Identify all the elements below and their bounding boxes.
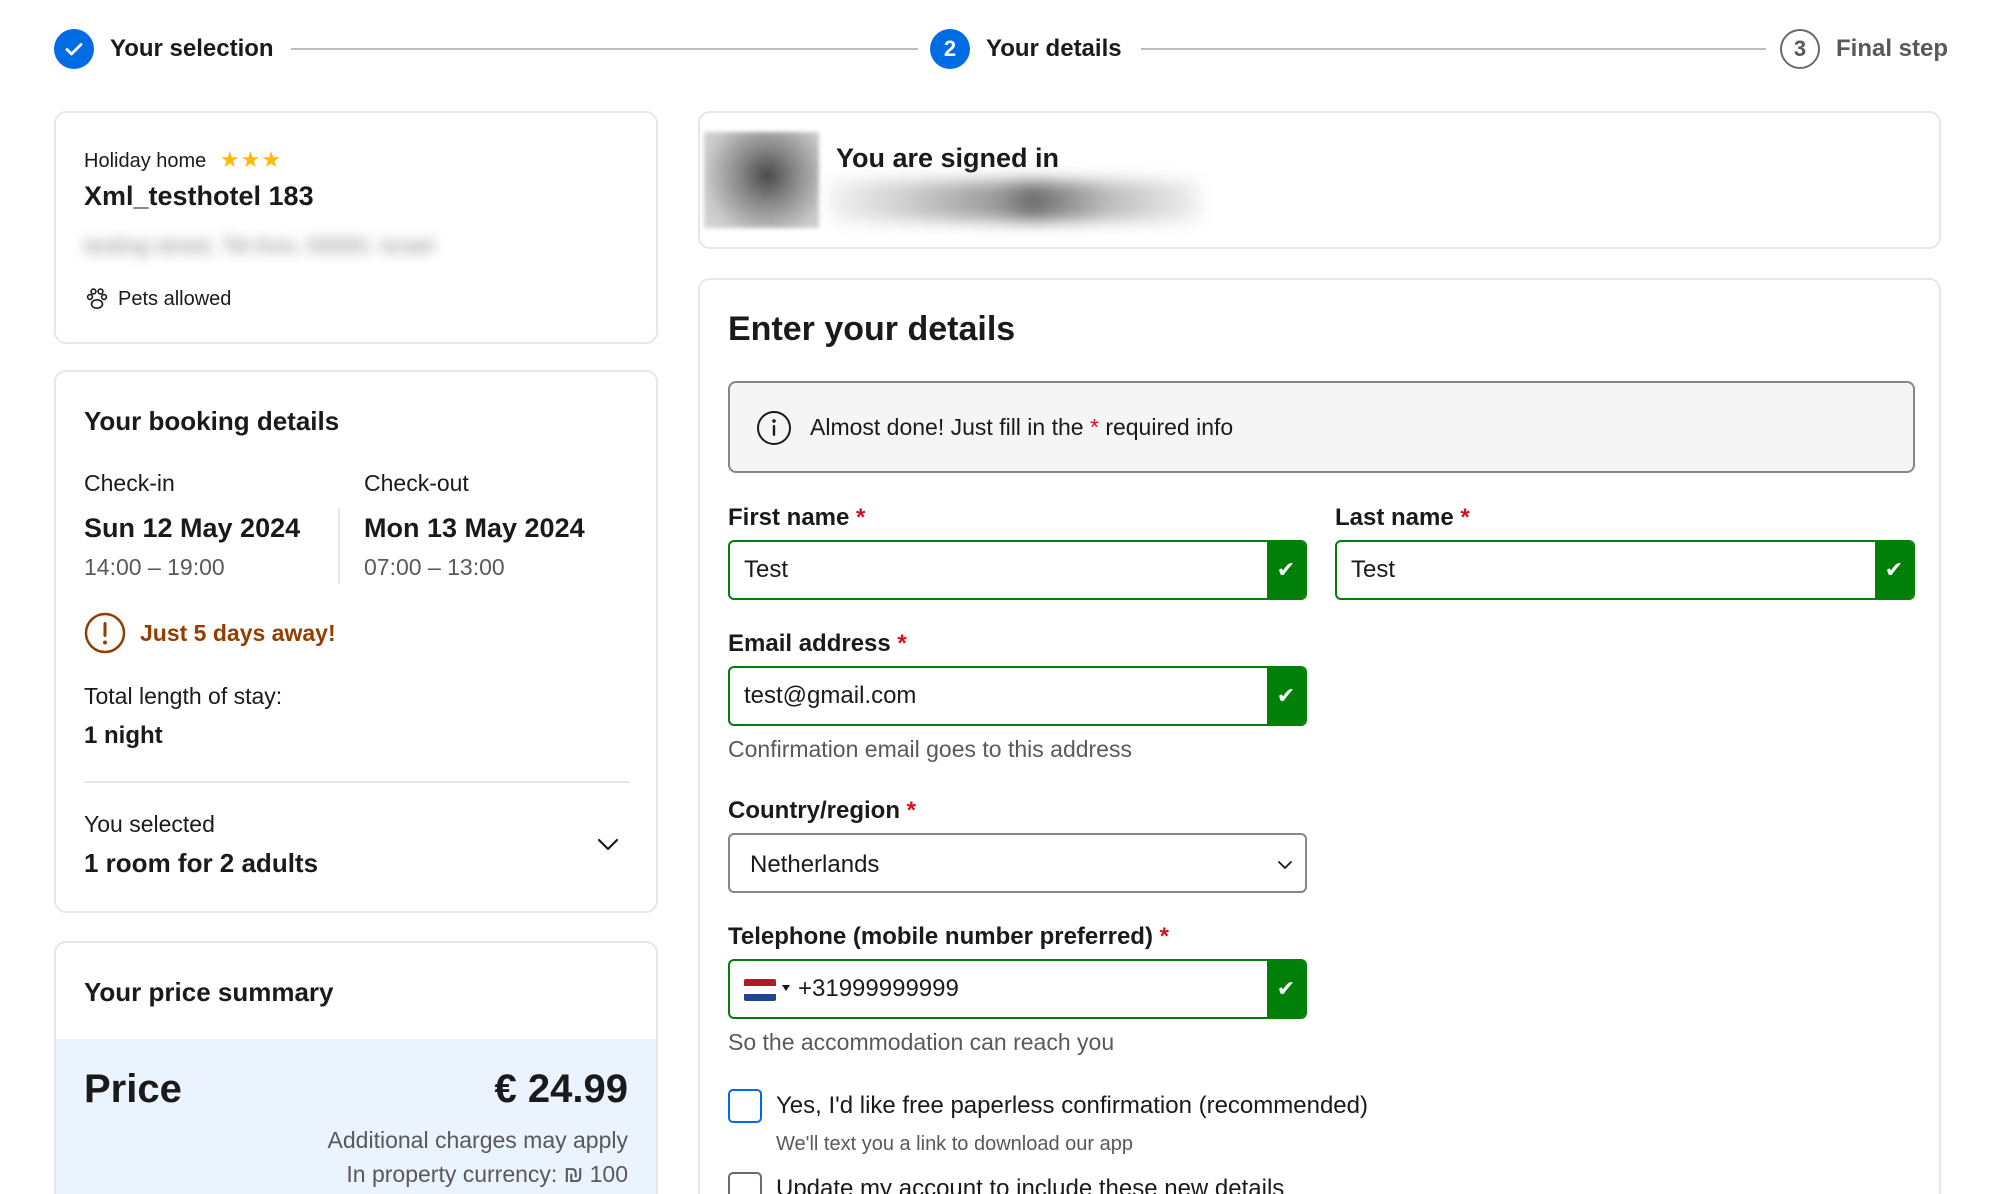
phone-hint: So the accommodation can reach you (728, 1029, 1115, 1055)
valid-check-icon: ✔ (1875, 542, 1913, 598)
checkout-date: Mon 13 May 2024 (364, 513, 585, 543)
additional-charges-note: Additional charges may apply (327, 1127, 628, 1153)
booking-details-card: Your booking details Check-in Sun 12 May… (54, 370, 658, 913)
step-divider (291, 48, 918, 50)
urgency-message: Just 5 days away! (140, 619, 336, 646)
price-summary-card: Your price summary Price € 24.99 Additio… (54, 941, 658, 1194)
price-amount: € 24.99 (494, 1067, 628, 1111)
first-name-input[interactable] (730, 542, 1267, 598)
phone-field: ✔ (728, 959, 1307, 1019)
email-hint: Confirmation email goes to this address (728, 736, 1132, 762)
amenity-label: Pets allowed (118, 287, 232, 310)
booking-details-title: Your booking details (84, 406, 340, 436)
date-divider (338, 508, 340, 584)
required-asterisk: * (1159, 923, 1169, 950)
update-account-label[interactable]: Update my account to include these new d… (776, 1175, 1284, 1194)
paw-icon (84, 286, 110, 312)
required-asterisk: * (906, 797, 917, 824)
valid-check-icon: ✔ (1267, 668, 1305, 724)
required-asterisk: * (856, 504, 866, 531)
email-input[interactable] (730, 668, 1267, 724)
chevron-down-icon (596, 836, 620, 852)
price-label: Price (84, 1067, 182, 1111)
section-divider (84, 781, 630, 783)
star-rating-icon: ★★★ (219, 147, 283, 172)
stay-length-value: 1 night (84, 722, 163, 749)
checkout-label: Check-out (364, 470, 469, 496)
property-card: Holiday home ★★★ Xml_testhotel 183 testi… (54, 111, 658, 344)
phone-input[interactable] (784, 961, 1267, 1017)
country-selected-value: Netherlands (750, 851, 880, 878)
step-selection-check-icon (54, 29, 94, 69)
valid-check-icon: ✔ (1267, 961, 1305, 1017)
valid-check-icon: ✔ (1267, 542, 1305, 598)
country-label: Country/region (728, 797, 900, 824)
notice-text: Almost done! Just fill in the (810, 414, 1084, 440)
phone-label: Telephone (mobile number preferred) (728, 923, 1153, 950)
netherlands-flag-icon (744, 979, 776, 1001)
paperless-hint: We'll text you a link to download our ap… (776, 1133, 1133, 1155)
paperless-label[interactable]: Yes, I'd like free paperless confirmatio… (776, 1092, 1368, 1120)
price-summary-title: Your price summary (84, 977, 334, 1007)
update-account-checkbox[interactable] (728, 1172, 762, 1194)
step-final-label: Final step (1836, 35, 1949, 62)
property-address: testing street, Tel Aviv, 00000, Israel (84, 233, 434, 258)
first-name-label: First name (728, 504, 850, 531)
property-currency-note: In property currency: ₪ 100 (346, 1161, 628, 1187)
required-asterisk: * (897, 630, 907, 657)
form-title: Enter your details (728, 310, 1016, 348)
step-final-number: 3 (1780, 29, 1820, 69)
chevron-down-icon (1277, 858, 1293, 870)
paperless-checkbox[interactable] (728, 1089, 762, 1123)
details-form-card: Enter your details Almost done! Just fil… (698, 278, 1941, 1194)
checkin-date: Sun 12 May 2024 (84, 513, 301, 543)
notice-text-suffix: required info (1105, 414, 1234, 440)
signed-in-card: You are signed in (698, 111, 1941, 249)
country-select[interactable]: Netherlands (728, 833, 1307, 893)
step-details-number: 2 (930, 29, 970, 69)
selected-label: You selected (84, 811, 215, 837)
last-name-input[interactable] (1337, 542, 1875, 598)
step-divider (1141, 48, 1766, 50)
signed-in-email-redacted (830, 181, 1200, 221)
checkout-time: 07:00 – 13:00 (364, 554, 505, 580)
property-type: Holiday home (84, 150, 207, 172)
avatar (704, 132, 819, 228)
checkin-time: 14:00 – 19:00 (84, 554, 225, 580)
stay-length-label: Total length of stay: (84, 683, 283, 709)
last-name-field: ✔ (1335, 540, 1915, 600)
exclamation-circle-icon (84, 612, 126, 654)
required-info-notice: Almost done! Just fill in the * required… (728, 381, 1915, 473)
room-selection-toggle[interactable]: You selected 1 room for 2 adults (84, 802, 630, 884)
first-name-field: ✔ (728, 540, 1307, 600)
email-label: Email address (728, 630, 891, 657)
required-asterisk: * (1089, 414, 1099, 440)
property-name: Xml_testhotel 183 (84, 181, 314, 211)
step-selection-label: Your selection (110, 35, 274, 62)
required-asterisk: * (1460, 504, 1470, 531)
signed-in-title: You are signed in (836, 143, 1060, 173)
selected-value: 1 room for 2 adults (84, 848, 319, 878)
info-circle-icon (756, 410, 792, 446)
step-details-label: Your details (986, 35, 1122, 62)
price-panel: Price € 24.99 Additional charges may app… (56, 1039, 656, 1194)
checkin-label: Check-in (84, 470, 175, 496)
email-field: ✔ (728, 666, 1307, 726)
last-name-label: Last name (1335, 504, 1454, 531)
